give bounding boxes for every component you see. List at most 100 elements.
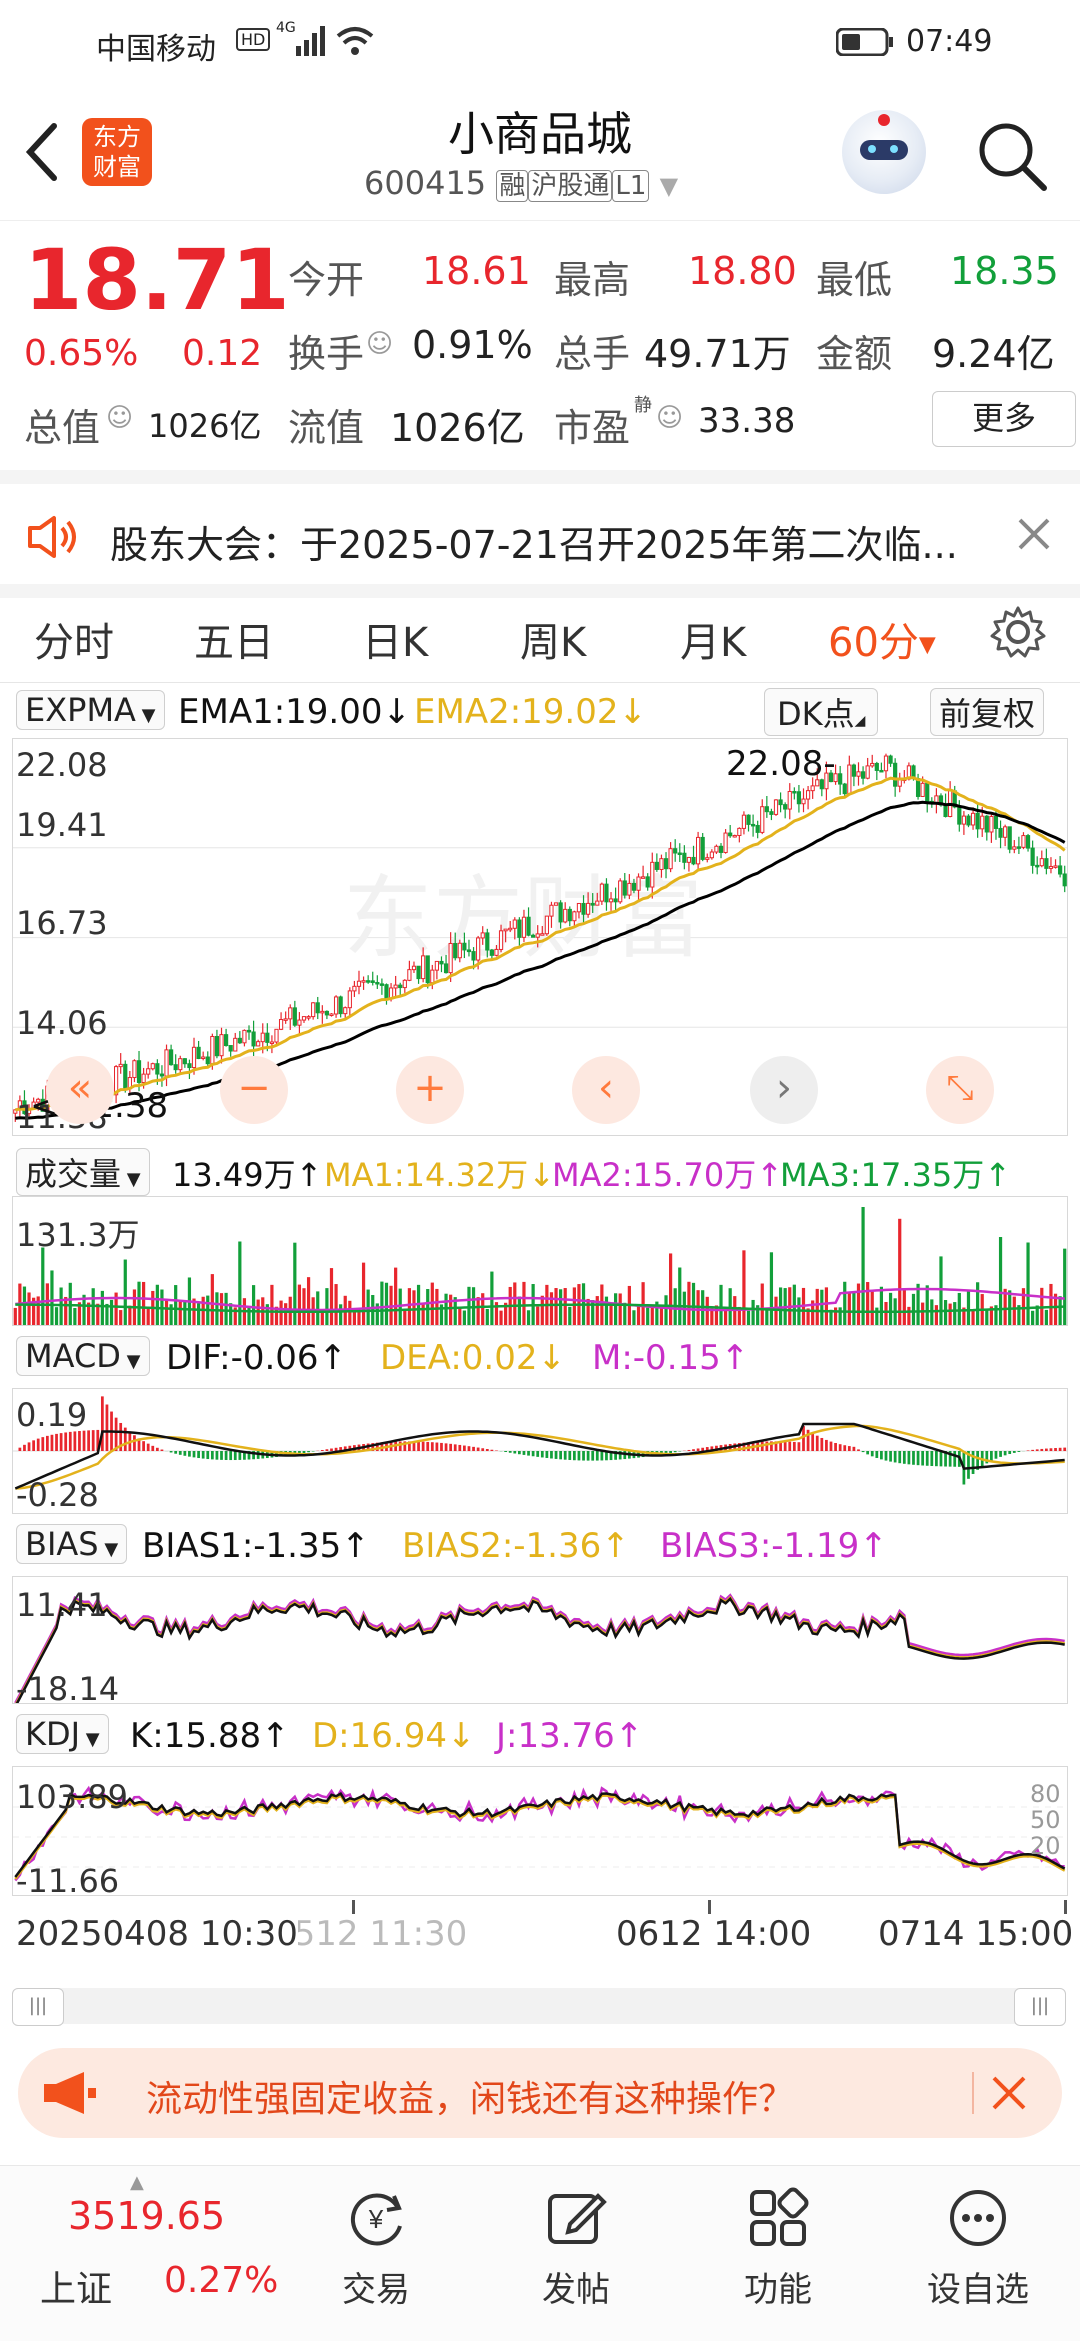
dea-line	[15, 1426, 1064, 1489]
range-handle-right[interactable]: |||	[1014, 1988, 1066, 2026]
macd-bar	[825, 1440, 828, 1451]
candle-body	[944, 805, 947, 817]
candle-body	[147, 1069, 150, 1074]
candle-body	[1063, 874, 1066, 886]
tab-5day[interactable]: 五日	[194, 610, 274, 668]
scroll-left-button[interactable]: ‹	[572, 1056, 640, 1124]
kdj-ref-50: 50	[1030, 1806, 1061, 1834]
candle-body	[738, 828, 741, 835]
time-label-1: 20250408 10:30	[16, 1914, 298, 1954]
macd-bar	[848, 1446, 851, 1451]
candle-body	[431, 970, 434, 983]
macd-chart[interactable]	[12, 1388, 1068, 1514]
candle-body	[545, 916, 548, 934]
macd-bar	[880, 1451, 883, 1459]
more-button[interactable]: 更多	[932, 391, 1076, 447]
macd-bar	[18, 1448, 21, 1451]
caret-up-icon[interactable]: ▲	[130, 2172, 144, 2193]
chart-range-scrollbar[interactable]: ||| |||	[12, 1988, 1066, 2024]
kdj-chart[interactable]	[12, 1766, 1068, 1896]
chevron-down-icon[interactable]: ▼	[660, 172, 678, 200]
bias-chart[interactable]	[12, 1576, 1068, 1704]
notice-text: 股东大会：于2025-07-21召开2025年第二次临...	[110, 514, 958, 569]
candle-body	[192, 1047, 195, 1067]
adjust-button[interactable]: 前复权	[930, 688, 1044, 736]
zoom-in-button[interactable]: +	[396, 1056, 464, 1124]
tab-weekly[interactable]: 周K	[520, 610, 586, 668]
time-axis: 0512 11:30 20250408 10:30 0612 14:00 071…	[0, 1900, 1080, 1960]
candle-body	[334, 997, 337, 1014]
volume-bar	[898, 1219, 901, 1325]
macd-bar	[495, 1450, 498, 1451]
y-label: 16.73	[16, 904, 108, 942]
back-arrow-icon[interactable]	[22, 122, 62, 182]
notice-bar[interactable]: 股东大会：于2025-07-21召开2025年第二次临...	[0, 470, 1080, 598]
macd-bar	[853, 1447, 856, 1451]
info-icon[interactable]: ☺	[366, 329, 393, 359]
macd-bar	[811, 1433, 814, 1451]
candle-body	[651, 862, 654, 887]
bias2-line	[15, 1598, 1064, 1704]
volume-chart[interactable]	[12, 1196, 1068, 1326]
volume-bar	[554, 1288, 557, 1325]
tab-daily[interactable]: 日K	[362, 610, 428, 668]
candle-body	[1013, 847, 1016, 849]
candle-body	[289, 1008, 292, 1019]
macd-bar	[885, 1451, 888, 1461]
gear-icon[interactable]	[990, 604, 1046, 660]
candle-body	[509, 928, 512, 930]
info-icon[interactable]: ☺	[106, 403, 133, 433]
tab-intraday[interactable]: 分时	[34, 610, 114, 668]
scroll-right-button[interactable]: ›	[750, 1056, 818, 1124]
volume-select[interactable]: 成交量 ▼	[16, 1148, 150, 1196]
candle-body	[1022, 836, 1025, 848]
close-icon[interactable]	[990, 2074, 1028, 2112]
dk-button[interactable]: DK点◢	[764, 688, 878, 736]
candle-body	[463, 943, 466, 950]
macd-bar	[935, 1451, 938, 1466]
volume-bar	[124, 1260, 127, 1325]
nav-trade[interactable]: ¥ 交易	[306, 2186, 446, 2311]
nav-post-label: 发帖	[542, 2270, 610, 2310]
nav-add-watchlist[interactable]: 设自选	[908, 2186, 1048, 2311]
candle-body	[564, 909, 567, 922]
macd-bar	[321, 1450, 324, 1451]
scroll-left-fast-button[interactable]: «	[46, 1056, 114, 1124]
nav-functions[interactable]: 功能	[708, 2186, 848, 2311]
volume-bar	[729, 1288, 732, 1325]
tab-60min[interactable]: 60分▼	[828, 610, 936, 668]
candle-body	[412, 966, 415, 969]
bias-select[interactable]: BIAS ▼	[16, 1524, 127, 1564]
volume-bar	[174, 1285, 177, 1325]
candlestick-chart[interactable]: 东方财富	[12, 738, 1068, 1136]
candle-body	[577, 903, 580, 911]
volume-bar	[1026, 1243, 1029, 1325]
candle-body	[614, 899, 617, 902]
close-icon[interactable]	[1016, 516, 1052, 552]
robot-avatar-icon[interactable]	[842, 110, 926, 194]
candle-body	[751, 824, 754, 826]
candle-body	[477, 938, 480, 960]
macd-bar	[568, 1451, 571, 1460]
volume-label: 总手	[554, 323, 630, 378]
volume-bar	[903, 1288, 906, 1325]
info-icon[interactable]: ☺	[656, 403, 683, 433]
nav-post[interactable]: 发帖	[506, 2186, 646, 2311]
candle-body	[857, 772, 860, 776]
candle-body	[793, 791, 796, 793]
candle-body	[802, 799, 805, 804]
search-icon[interactable]	[976, 120, 1048, 192]
tab-monthly[interactable]: 月K	[680, 610, 746, 668]
indicator-select[interactable]: EXPMA ▼	[16, 690, 165, 730]
ad-banner[interactable]: 流动性强固定收益，闲钱还有这种操作？	[18, 2048, 1062, 2138]
macd-bar	[472, 1447, 475, 1451]
range-handle-left[interactable]: |||	[12, 1988, 64, 2026]
fullscreen-icon[interactable]: ⤡	[926, 1056, 994, 1124]
volume-bar	[834, 1307, 837, 1325]
volume-bar	[614, 1293, 617, 1325]
macd-select[interactable]: MACD ▼	[16, 1336, 150, 1376]
macd-bar	[903, 1451, 906, 1464]
kdj-select[interactable]: KDJ ▼	[16, 1714, 109, 1754]
macd-bar	[875, 1451, 878, 1458]
zoom-out-button[interactable]: −	[220, 1056, 288, 1124]
